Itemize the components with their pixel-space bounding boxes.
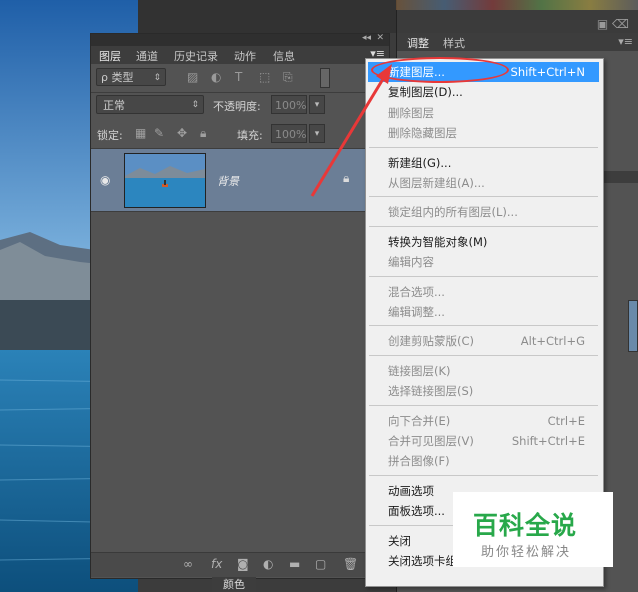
menu-item-label: 关闭选项卡组 [388, 554, 457, 568]
trash-icon[interactable]: 🗑︎ [343, 557, 358, 571]
tab-layers[interactable]: 图层 [99, 48, 121, 64]
adjustment-layer-icon[interactable]: ◐ [263, 557, 273, 571]
scroll-handle[interactable] [628, 300, 638, 352]
layer-name[interactable]: 背景 [217, 173, 239, 189]
menu-separator [369, 275, 598, 277]
watermark-logo: 百科全说 助你轻松解决 [453, 492, 613, 567]
menu-item[interactable]: 合并可见图层(V) Shift+Ctrl+E [368, 431, 599, 451]
fx-icon[interactable]: fx [211, 557, 222, 571]
menu-item-label: 拼合图像(F) [388, 454, 450, 469]
menu-separator [369, 325, 598, 327]
close-icon[interactable]: ✕ [376, 33, 384, 43]
lock-transparent-icon[interactable]: ▦ [135, 126, 146, 140]
menu-item[interactable]: 选择链接图层(S) [368, 381, 599, 401]
tab-styles[interactable]: 样式 [443, 35, 465, 51]
filter-kind-select[interactable]: ρ 类型 ⇕ [96, 68, 166, 86]
layer-thumbnail[interactable] [124, 153, 206, 208]
watermark-subtitle: 助你轻松解决 [481, 545, 572, 560]
menu-item-shortcut: Shift+Ctrl+E [511, 434, 585, 448]
blend-mode-value: 正常 [103, 99, 125, 112]
menu-item[interactable]: 向下合并(E) Ctrl+E [368, 411, 599, 431]
menu-item[interactable]: 链接图层(K) [368, 361, 599, 381]
shape-filter-icon[interactable]: ⬚ [259, 70, 270, 84]
watermark-title: 百科全说 [473, 511, 578, 540]
tab-actions[interactable]: 动作 [234, 48, 256, 64]
link-layers-icon[interactable]: ∞ [183, 557, 193, 571]
menu-item-label: 转换为智能对象(M) [388, 234, 488, 249]
menu-item-label: 面板选项... [388, 504, 445, 519]
menu-separator [369, 354, 598, 356]
menu-item-shortcut: Ctrl+E [547, 413, 585, 428]
tab-history[interactable]: 历史记录 [174, 48, 218, 64]
add-mask-icon[interactable]: ◙ [237, 557, 249, 571]
panel-titlebar[interactable]: ◂◂ ✕ [91, 33, 389, 46]
lock-label: 锁定: [97, 129, 123, 142]
smart-object-filter-icon[interactable]: ⎘ [283, 70, 293, 85]
layers-bottom-bar: ∞ fx ◙ ◐ ▬ ▢ 🗑︎ [91, 552, 389, 577]
lock-pixels-icon[interactable]: ✎ [154, 126, 164, 140]
swatch-strip[interactable] [396, 0, 638, 10]
tab-info[interactable]: 信息 [273, 48, 295, 64]
eye-icon[interactable]: ◉ [100, 173, 110, 187]
menu-item[interactable]: 创建剪贴蒙版(C) Alt+Ctrl+G [368, 331, 599, 351]
adjustment-filter-icon[interactable]: ◐ [211, 70, 221, 84]
adjustments-tabbar: 调整 样式 ▾≡ [397, 33, 638, 51]
panel-menu-icon[interactable]: ▾≡ [618, 35, 633, 48]
new-group-icon[interactable]: ▬ [289, 557, 300, 571]
menu-item-label: 编辑调整... [388, 305, 445, 319]
new-layer-icon[interactable]: ▢ [315, 557, 326, 571]
menu-item-label: 向下合并(E) [388, 413, 451, 428]
menu-item-shortcut: Shift+Ctrl+N [510, 65, 585, 79]
menu-item[interactable]: 编辑内容 [368, 252, 599, 272]
menu-item[interactable]: 转换为智能对象(M) [368, 232, 599, 252]
blend-mode-select[interactable]: 正常 ⇕ [96, 95, 204, 114]
menu-separator [369, 404, 598, 406]
fill-label: 填充: [237, 129, 263, 142]
menu-item-label: 创建剪贴蒙版(C) [388, 334, 475, 349]
menu-item-label: 动画选项 [388, 483, 434, 498]
menu-item-label: 选择链接图层(S) [388, 384, 474, 399]
tab-adjustments[interactable]: 调整 [407, 35, 429, 51]
menu-item-label: 混合选项... [388, 284, 445, 299]
filter-kind-label: ρ 类型 [101, 71, 134, 84]
menu-item-shortcut: Alt+Ctrl+G [520, 334, 585, 349]
lock-position-icon[interactable]: ✥ [177, 126, 187, 140]
opacity-label: 不透明度: [213, 100, 261, 113]
tab-channels[interactable]: 通道 [136, 48, 158, 64]
image-filter-icon[interactable]: ▨ [187, 70, 198, 84]
menu-item-label: 关闭 [388, 533, 411, 548]
menu-item[interactable]: 编辑调整... [368, 302, 599, 322]
menu-separator [369, 474, 598, 476]
collapse-icon[interactable]: ◂◂ [362, 33, 371, 43]
menu-separator [369, 225, 598, 227]
swatch-tools[interactable]: ▣ ⌫ [597, 17, 629, 31]
menu-item-label: 编辑内容 [388, 255, 434, 270]
type-filter-icon[interactable]: T [235, 70, 242, 84]
menu-item-label: 链接图层(K) [388, 363, 451, 378]
annotation-arrow [310, 64, 392, 197]
menu-item-label: 合并可见图层(V) [388, 434, 474, 448]
menu-item[interactable]: 混合选项... [368, 282, 599, 302]
lock-all-icon[interactable]: 🔒︎ [200, 126, 206, 141]
tab-color[interactable]: 颜色 [212, 577, 256, 592]
menu-item[interactable]: 拼合图像(F) [368, 451, 599, 471]
